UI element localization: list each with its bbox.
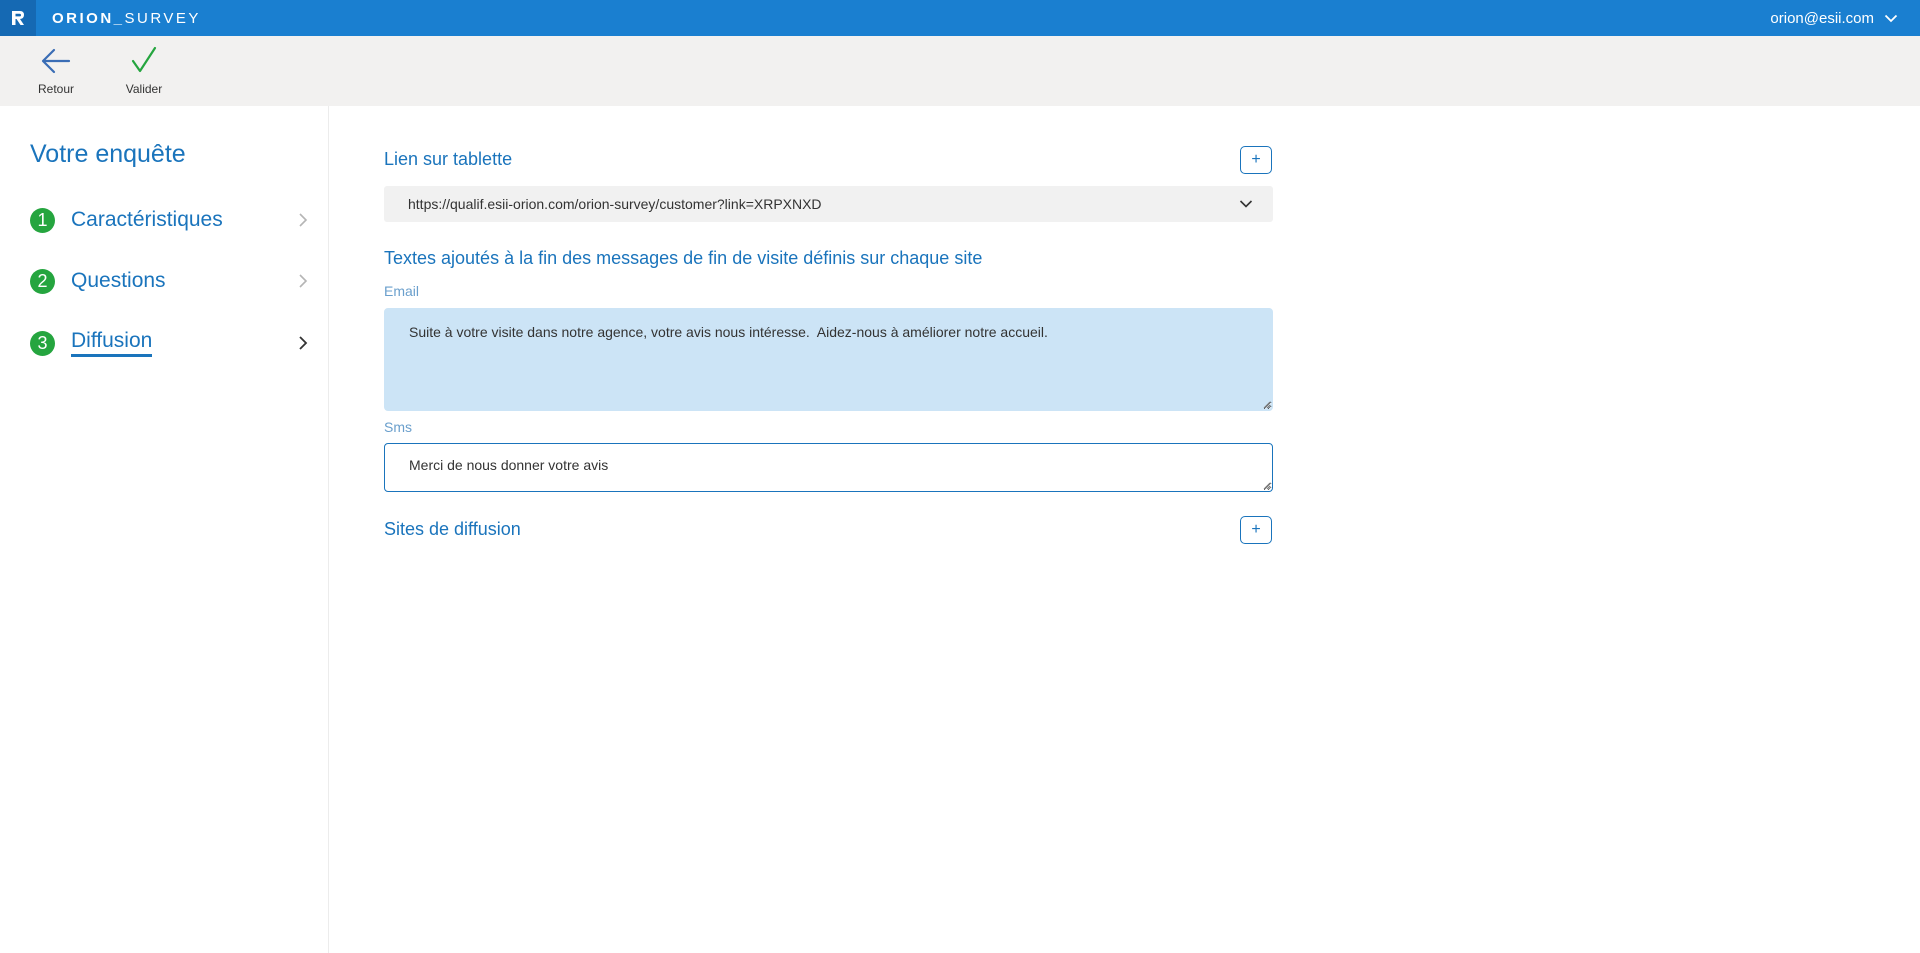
top-bar: ORION_ SURVEY orion@esii.com <box>0 0 1920 36</box>
resize-grip-icon[interactable] <box>1262 400 1271 409</box>
app-logo[interactable] <box>0 0 36 36</box>
end-texts-title: Textes ajoutés à la fin des messages de … <box>384 248 983 268</box>
toolbar: Retour Valider <box>0 36 1920 106</box>
tablet-link-select[interactable]: https://qualif.esii-orion.com/orion-surv… <box>384 186 1273 222</box>
add-tablet-link-button[interactable]: + <box>1240 146 1272 174</box>
sms-textarea[interactable]: Merci de nous donner votre avis <box>384 443 1273 492</box>
resize-grip-icon[interactable] <box>1262 481 1271 490</box>
tablet-link-title: Lien sur tablette <box>384 149 513 169</box>
brand-light: SURVEY <box>124 9 201 27</box>
step-number-badge: 2 <box>30 268 55 294</box>
app-brand: ORION_ SURVEY <box>52 10 201 27</box>
chevron-right-icon <box>299 274 308 288</box>
sidebar: Votre enquête 1 Caractéristiques 2 Quest… <box>0 106 329 953</box>
arrow-left-icon <box>41 48 71 74</box>
step-label: Caractéristiques <box>71 208 223 231</box>
chevron-down-icon <box>1239 200 1253 208</box>
step-caracteristiques[interactable]: 1 Caractéristiques <box>30 203 310 237</box>
back-button[interactable]: Retour <box>26 44 86 100</box>
chevron-down-icon <box>1884 14 1898 23</box>
sms-label: Sms <box>384 419 412 435</box>
step-questions[interactable]: 2 Questions <box>30 264 310 298</box>
add-site-button[interactable]: + <box>1240 516 1272 544</box>
step-number-badge: 1 <box>30 207 55 233</box>
sites-title: Sites de diffusion <box>384 519 521 539</box>
email-textarea[interactable]: Suite à votre visite dans notre agence, … <box>384 308 1273 411</box>
chevron-right-icon <box>299 213 308 227</box>
step-label: Questions <box>71 269 166 292</box>
logo-icon <box>12 11 24 25</box>
back-label: Retour <box>37 82 75 96</box>
brand-bold: ORION_ <box>52 9 125 27</box>
chevron-right-icon <box>299 336 308 350</box>
checkmark-icon <box>131 46 157 73</box>
email-label: Email <box>384 283 420 299</box>
validate-label: Valider <box>125 82 163 96</box>
validate-button[interactable]: Valider <box>114 44 174 100</box>
step-label-active: Diffusion <box>71 329 153 357</box>
sidebar-title: Votre enquête <box>30 140 186 168</box>
user-menu[interactable]: orion@esii.com <box>1770 0 1898 36</box>
user-email: orion@esii.com <box>1770 9 1874 27</box>
tablet-link-value: https://qualif.esii-orion.com/orion-surv… <box>408 196 822 212</box>
step-diffusion[interactable]: 3 Diffusion <box>30 326 310 360</box>
step-number-badge: 3 <box>30 330 55 356</box>
